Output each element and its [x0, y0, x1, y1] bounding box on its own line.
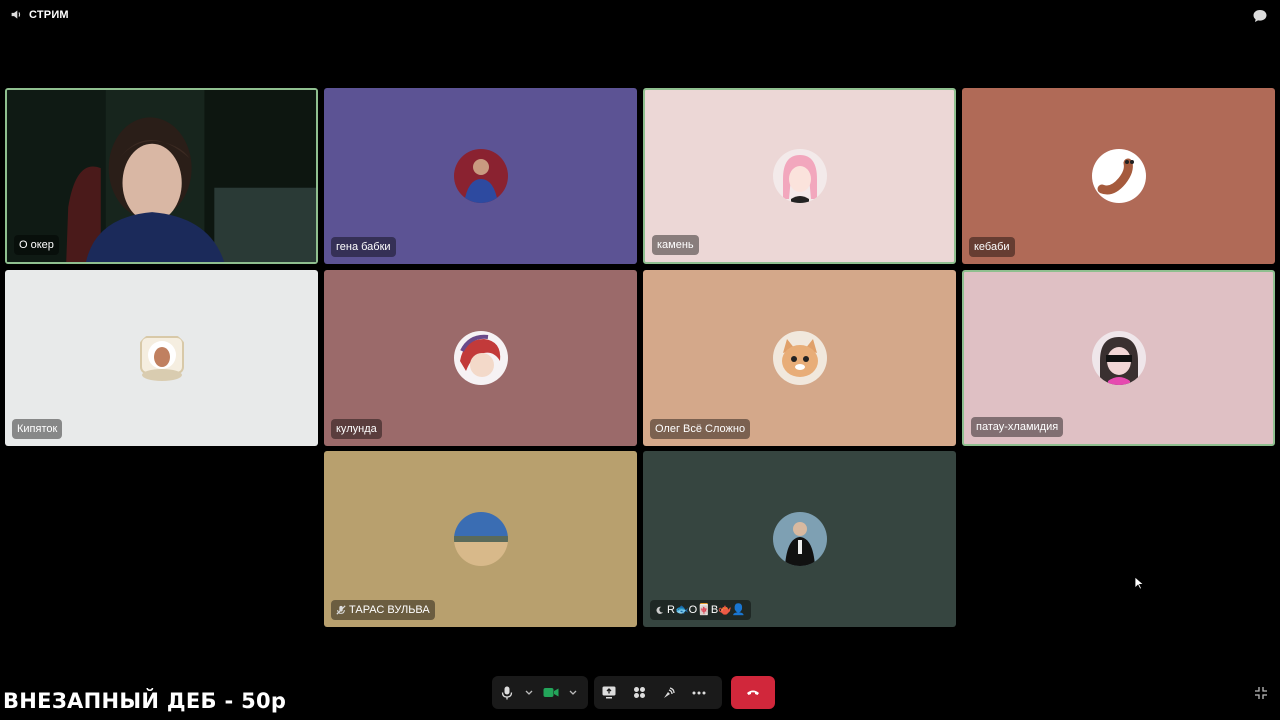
participant-avatar	[134, 331, 189, 385]
channel-name: СТРИМ	[29, 8, 69, 21]
participant-avatar	[772, 512, 827, 566]
moon-icon	[656, 606, 664, 614]
chevron-down-icon	[525, 690, 533, 695]
microphone-icon	[501, 686, 513, 699]
participant-tile[interactable]: О окер	[5, 88, 318, 264]
activities-icon	[633, 687, 645, 698]
soundboard-icon	[664, 686, 675, 698]
chat-icon[interactable]	[1252, 8, 1268, 24]
muted-mic-icon	[336, 605, 346, 615]
participant-tile[interactable]: кебаби	[962, 88, 1275, 264]
stream-promo-text: ВНЕЗАПНЫЙ ДЕБ - 50р	[3, 689, 287, 713]
chevron-down-icon	[569, 690, 577, 695]
camera-button[interactable]	[536, 676, 566, 709]
exit-fullscreen-icon[interactable]	[1254, 686, 1268, 700]
camera-icon	[543, 688, 559, 697]
activity-controls	[594, 676, 722, 709]
more-options-button[interactable]	[684, 676, 714, 709]
participant-name-tag: камень	[652, 235, 699, 255]
microphone-button[interactable]	[492, 676, 522, 709]
screen-share-button[interactable]	[594, 676, 624, 709]
participant-avatar	[772, 331, 827, 385]
more-icon	[692, 691, 706, 694]
participant-avatar	[1091, 149, 1146, 203]
soundboard-button[interactable]	[654, 676, 684, 709]
mouse-cursor-icon	[1134, 576, 1144, 590]
disconnect-button[interactable]	[731, 676, 775, 709]
participant-avatar	[453, 331, 508, 385]
channel-header[interactable]: СТРИМ	[10, 8, 69, 21]
participant-tile[interactable]: Олег Всё Сложно	[643, 270, 956, 446]
microphone-options-button[interactable]	[522, 676, 536, 709]
participant-name-tag: R🐟O🀄B🫖👤	[650, 600, 751, 620]
phone-hangup-icon	[747, 690, 759, 695]
participant-avatar	[453, 149, 508, 203]
participant-name-tag: кебаби	[969, 237, 1015, 257]
participant-name-tag: Олег Всё Сложно	[650, 419, 751, 439]
participant-avatar	[772, 149, 827, 203]
participant-name-tag: О окер	[14, 235, 59, 255]
participant-avatar	[1091, 331, 1146, 385]
participant-tile[interactable]: кулунда	[324, 270, 637, 446]
top-bar: СТРИМ	[0, 0, 1280, 32]
participant-name-tag: кулунда	[331, 419, 382, 439]
screen-share-icon	[602, 686, 616, 699]
participant-tile[interactable]: камень	[643, 88, 956, 264]
activities-button[interactable]	[624, 676, 654, 709]
participant-tile[interactable]: ТАРАС ВУЛЬВА	[324, 451, 637, 627]
participant-tile[interactable]: патау-хламидия	[962, 270, 1275, 446]
participant-name-tag: Кипяток	[12, 419, 63, 439]
participant-name-tag: гена бабки	[331, 237, 396, 257]
camera-options-button[interactable]	[566, 676, 580, 709]
participant-tile[interactable]: гена бабки	[324, 88, 637, 264]
participant-tile[interactable]: Кипяток	[5, 270, 318, 446]
participant-avatar	[453, 512, 508, 566]
participant-name-tag: ТАРАС ВУЛЬВА	[331, 600, 435, 620]
participant-tile[interactable]: R🐟O🀄B🫖👤	[643, 451, 956, 627]
speaker-icon	[11, 10, 21, 19]
participant-name-tag: патау-хламидия	[971, 417, 1064, 437]
voice-controls	[492, 676, 588, 709]
